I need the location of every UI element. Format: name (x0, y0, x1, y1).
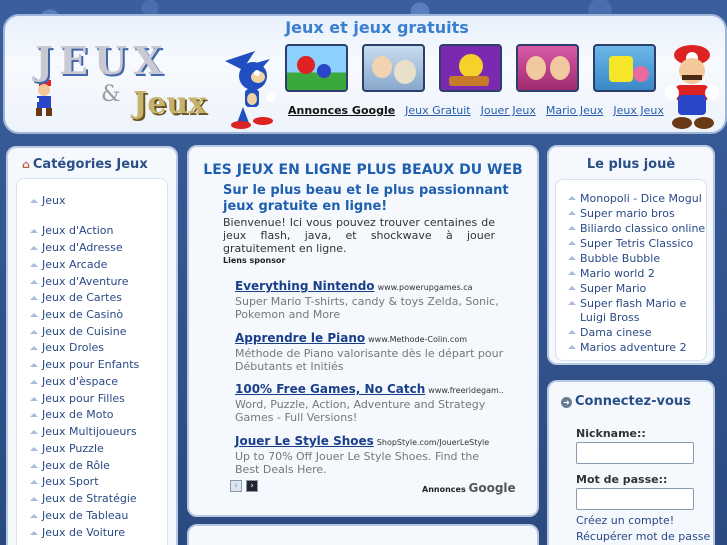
category-link[interactable]: Jeux d'Adresse (30, 241, 123, 254)
site-logo[interactable]: JEUX & Jeux (25, 38, 235, 128)
ad-url[interactable]: www.Methode-Colin.com (368, 335, 467, 344)
sponsor-label: Liens sponsor (223, 256, 286, 265)
category-link[interactable]: Jeux Multijoueurs (30, 425, 137, 438)
category-link[interactable]: Jeux de Voiture (29, 526, 125, 539)
popular-game-link[interactable]: Bubble Bubble (568, 252, 710, 266)
arrow-right-circle-icon: ➜ (561, 397, 572, 408)
sponsored-ad: Jouer Le Style Shoes ShopStyle.com/JouerL… (235, 430, 505, 476)
sponsored-ad: 100% Free Games, No Catch www.freeridegam… (235, 378, 505, 424)
ad-description: Up to 70% Off Jouer Le Style Shoes. Find… (235, 450, 480, 476)
next-arrow-icon[interactable]: › (246, 480, 258, 492)
category-link[interactable]: Jeux pour Filles (30, 392, 125, 405)
login-panel: ➜ Connectez-vous Nickname:: Mot de passe:… (547, 380, 715, 545)
sponsored-ad: Apprendre le Piano www.Methode-Colin.com … (235, 327, 505, 373)
popular-game-link[interactable]: Biliardo classico online (568, 222, 710, 236)
ad-url[interactable]: www.powerupgames.ca (378, 283, 473, 292)
nickname-input[interactable] (576, 442, 694, 464)
nav-jouer-jeux[interactable]: Jouer Jeux (481, 104, 536, 117)
mario-small-icon (33, 80, 52, 116)
ads-by-google[interactable]: Annonces Google (422, 481, 516, 495)
login-title: Connectez-vous (575, 394, 691, 409)
category-link[interactable]: Jeux de Cuisine (29, 325, 126, 338)
popular-game-link[interactable]: Monopoli - Dice Mogul (568, 192, 710, 206)
category-link[interactable]: Jeux (30, 194, 66, 207)
ad-description: Word, Puzzle, Action, Adventure and Stra… (235, 398, 486, 424)
ad-title-link[interactable]: 100% Free Games, No Catch (235, 382, 425, 396)
sonic-character-icon (225, 51, 276, 129)
game-thumb-family-guy[interactable] (362, 44, 425, 92)
game-thumb-spongebob[interactable] (593, 44, 656, 92)
logo-ampersand: & (101, 82, 121, 107)
recover-password-link[interactable]: Récupérer mot de passe (576, 530, 710, 543)
game-thumb-mario[interactable] (285, 44, 348, 92)
nav-annonces-google[interactable]: Annonces Google (288, 104, 395, 117)
ad-title-link[interactable]: Jouer Le Style Shoes (235, 434, 374, 448)
featured-games-strip (285, 44, 656, 92)
create-account-link[interactable]: Créez un compte! (576, 514, 674, 527)
category-link[interactable]: Jeux Puzzle (30, 442, 104, 455)
popular-game-link[interactable]: Super Tetris Classico (568, 237, 710, 251)
category-link[interactable]: Jeux de Tableau (29, 509, 128, 522)
categories-title: Catégories Jeux (32, 157, 148, 172)
ad-description: Méthode de Piano valorisante dès le dépa… (235, 347, 504, 373)
category-link[interactable]: Jeux de Cartes (30, 291, 122, 304)
logo-word-bottom: Jeux (133, 86, 206, 121)
popular-game-link[interactable]: Mario world 2 (568, 267, 710, 281)
login-title-wrap: ➜ Connectez-vous (561, 394, 691, 409)
category-link[interactable]: Jeux d'Action (29, 224, 113, 237)
category-link[interactable]: Jeux de Casinò (29, 308, 123, 321)
prev-arrow-icon[interactable]: ‹ (230, 480, 242, 492)
ad-url[interactable]: ShopStyle.com/JouerLeStyle (377, 438, 489, 447)
category-link[interactable]: Jeux de Stratégie (30, 492, 137, 505)
nav-jeux-gratuit[interactable]: Jeux Gratuit (405, 104, 470, 117)
popular-title: Le plus jouè (586, 157, 676, 172)
ads-pager: ‹ › (230, 480, 258, 492)
popular-games-list: Monopoli - Dice Mogul Super mario bros B… (555, 179, 707, 361)
categories-list: Jeux Jeux d'Action Jeux d'Adresse Jeux A… (16, 178, 168, 545)
ad-url[interactable]: www.freeridegam.. (428, 386, 504, 395)
popular-game-link[interactable]: Super flash Mario e Luigi Bross (568, 297, 710, 325)
category-link[interactable]: Jeux de Rôle (30, 459, 110, 472)
nav-jeux-jeux[interactable]: Jeux Jeux (613, 104, 663, 117)
logo-word-top: JEUX (35, 38, 169, 83)
intro-text: Bienvenue! Ici vous pouvez trouver centa… (223, 216, 495, 255)
header-nav: Annonces Google Jeux Gratuit Jouer Jeux … (288, 104, 674, 117)
site-header: Jeux et jeux gratuits JEUX & Jeux Annonc… (3, 14, 727, 134)
password-input[interactable] (576, 488, 694, 510)
site-title: Jeux et jeux gratuits (285, 18, 469, 37)
ads-by-prefix: Annonces (422, 485, 466, 494)
password-label: Mot de passe:: (576, 473, 668, 486)
popular-game-link[interactable]: Dama cinese (568, 326, 710, 340)
category-link[interactable]: Jeux d'Aventure (29, 275, 128, 288)
popular-game-link[interactable]: Marios adventure 2 (568, 341, 710, 355)
nav-mario-jeux[interactable]: Mario Jeux (546, 104, 604, 117)
mario-character-icon (665, 45, 719, 129)
sponsored-ad: Everything Nintendo www.powerupgames.ca S… (235, 275, 505, 321)
google-logo: Google (468, 481, 516, 495)
popular-game-link[interactable]: Super mario bros (568, 207, 710, 221)
popular-game-link[interactable]: Super Mario (568, 282, 710, 296)
category-link[interactable]: Jeux Arcade (29, 258, 107, 271)
categories-title-wrap: ⌂ Catégories Jeux (22, 157, 148, 172)
main-content-panel: LES JEUX EN LIGNE PLUS BEAUX DU WEB Sur … (187, 145, 539, 517)
secondary-content-panel (187, 524, 539, 545)
category-link[interactable]: Jeux d'èspace (29, 375, 118, 388)
ad-title-link[interactable]: Everything Nintendo (235, 279, 375, 293)
ad-title-link[interactable]: Apprendre le Piano (235, 331, 365, 345)
main-subtitle: Sur le plus beau et le plus passionnant … (223, 183, 509, 214)
main-title: LES JEUX EN LIGNE PLUS BEAUX DU WEB (203, 162, 523, 178)
category-link[interactable]: Jeux de Moto (30, 408, 114, 421)
home-icon: ⌂ (22, 158, 30, 171)
game-thumb-simpsons[interactable] (439, 44, 502, 92)
category-link[interactable]: Jeux Droles (29, 341, 104, 354)
ad-description: Super Mario T-shirts, candy & toys Zelda… (235, 295, 499, 321)
categories-panel: ⌂ Catégories Jeux Jeux Jeux d'Action Jeux… (6, 146, 178, 545)
game-thumb-hannah-montana[interactable] (516, 44, 579, 92)
category-link[interactable]: Jeux Sport (30, 475, 99, 488)
nickname-label: Nickname:: (576, 427, 646, 440)
popular-games-panel: Le plus jouè Monopoli - Dice Mogul Super… (547, 145, 715, 365)
category-link[interactable]: Jeux pour Enfants (29, 358, 139, 371)
